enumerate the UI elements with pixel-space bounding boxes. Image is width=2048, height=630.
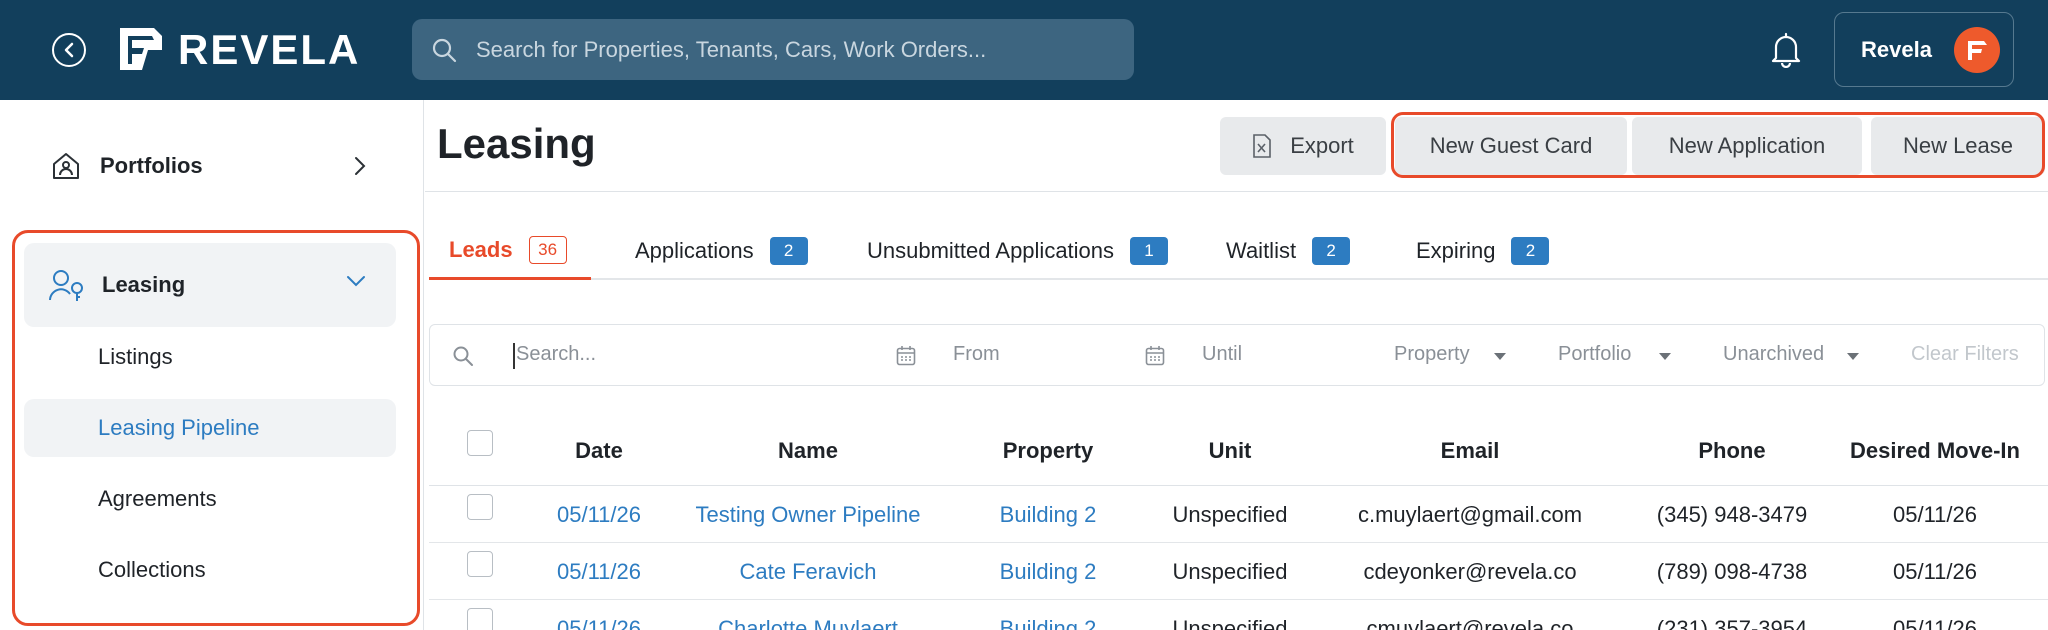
- chevron-down-icon: [347, 276, 365, 287]
- tab-expiring[interactable]: Expiring 2: [1416, 222, 1550, 280]
- table-row[interactable]: 05/11/26 Cate Feravich Building 2 Unspec…: [429, 543, 2048, 600]
- email-cell: cmuylaert@revela.co: [1366, 616, 1574, 630]
- move-in-cell: 05/11/26: [1892, 616, 1978, 630]
- tab-applications[interactable]: Applications 2: [635, 222, 808, 280]
- date-link[interactable]: 05/11/26: [557, 502, 641, 528]
- count-badge: 1: [1130, 237, 1169, 265]
- phone-cell: (231) 357-3954: [1656, 616, 1808, 630]
- tab-waitlist[interactable]: Waitlist 2: [1226, 222, 1351, 280]
- excel-file-icon: [1253, 134, 1272, 158]
- phone-cell: (789) 098-4738: [1656, 559, 1808, 584]
- name-link[interactable]: Cate Feravich: [740, 559, 877, 585]
- column-header-unit[interactable]: Unit: [1209, 438, 1252, 464]
- until-date-field[interactable]: Until: [1202, 343, 1242, 366]
- unit-cell: Unspecified: [1172, 502, 1288, 527]
- from-date-field[interactable]: From: [953, 343, 1000, 366]
- revela-logo-icon: [120, 28, 162, 70]
- brand-name: REVELA: [178, 26, 361, 73]
- search-input[interactable]: Search for Properties, Tenants, Cars, Wo…: [476, 37, 986, 63]
- sidebar-item-leasing-pipeline[interactable]: Leasing Pipeline: [24, 399, 396, 457]
- column-header-phone[interactable]: Phone: [1698, 438, 1765, 464]
- date-link[interactable]: 05/11/26: [557, 559, 641, 585]
- brand-logo[interactable]: REVELA: [114, 24, 360, 76]
- column-header-date[interactable]: Date: [575, 438, 623, 464]
- move-in-cell: 05/11/26: [1892, 502, 1978, 527]
- caret-down-icon: [1847, 353, 1859, 360]
- text-cursor: [513, 343, 515, 369]
- count-badge: 2: [1511, 237, 1550, 265]
- row-checkbox[interactable]: [467, 551, 493, 577]
- sidebar-item-collections[interactable]: Collections: [24, 541, 396, 599]
- annotation-highlight: [1391, 112, 2045, 178]
- tab-leads[interactable]: Leads 36: [429, 222, 591, 280]
- phone-cell: (345) 948-3479: [1656, 502, 1808, 527]
- back-button[interactable]: [52, 33, 86, 67]
- table-row[interactable]: 05/11/26 Charlotte Muylaert Building 2 U…: [429, 600, 2048, 630]
- select-all-checkbox[interactable]: [467, 430, 493, 456]
- top-bar: REVELA Search for Properties, Tenants, C…: [0, 0, 2048, 100]
- table-header: Date Name Property Unit Email Phone Desi…: [429, 418, 2048, 486]
- search-icon: [453, 346, 473, 366]
- home-icon: [53, 153, 79, 179]
- sidebar-item-portfolios[interactable]: Portfolios: [24, 132, 396, 200]
- caret-down-icon: [1494, 353, 1506, 360]
- column-header-desired-move-in[interactable]: Desired Move-In: [1850, 438, 2020, 464]
- user-key-icon: [49, 270, 83, 301]
- row-checkbox[interactable]: [467, 494, 493, 520]
- calendar-icon: [896, 346, 916, 366]
- archived-filter[interactable]: Unarchived: [1723, 343, 1824, 366]
- email-cell: cdeyonker@revela.co: [1363, 559, 1577, 584]
- email-cell: c.muylaert@gmail.com: [1357, 502, 1583, 527]
- column-header-property[interactable]: Property: [1003, 438, 1093, 464]
- name-link[interactable]: Charlotte Muylaert: [718, 616, 898, 630]
- unit-cell: Unspecified: [1172, 616, 1288, 630]
- search-input[interactable]: Search...: [516, 343, 596, 366]
- row-checkbox[interactable]: [467, 608, 493, 630]
- tab-bar: Leads 36 Applications 2 Unsubmitted Appl…: [429, 222, 2048, 280]
- user-name: Revela: [1861, 36, 1932, 62]
- sidebar: Portfolios Leasing Listings Leasing Pipe…: [0, 100, 424, 630]
- chevron-left-icon: [64, 42, 74, 58]
- column-header-email[interactable]: Email: [1441, 438, 1500, 464]
- global-search[interactable]: Search for Properties, Tenants, Cars, Wo…: [412, 19, 1134, 80]
- table-row[interactable]: 05/11/26 Testing Owner Pipeline Building…: [429, 486, 2048, 543]
- date-link[interactable]: 05/11/26: [557, 616, 641, 630]
- main-content: Leasing Export New Guest Card New Applic…: [425, 100, 2048, 630]
- export-button[interactable]: Export: [1220, 117, 1386, 175]
- count-badge: 36: [528, 235, 567, 264]
- avatar: [1953, 26, 2000, 73]
- count-badge: 2: [1312, 237, 1351, 265]
- bell-icon[interactable]: [1768, 30, 1804, 68]
- count-badge: 2: [769, 237, 808, 265]
- calendar-icon: [1145, 346, 1165, 366]
- tab-unsubmitted-applications[interactable]: Unsubmitted Applications 1: [867, 222, 1169, 280]
- filter-bar: Search... From Until Property Portfolio …: [429, 324, 2045, 386]
- user-menu[interactable]: Revela: [1834, 12, 2014, 87]
- revela-logo-icon: [1967, 40, 1987, 60]
- property-link[interactable]: Building 2: [1000, 559, 1097, 585]
- clear-filters-button[interactable]: Clear Filters: [1911, 343, 2019, 366]
- sidebar-item-agreements[interactable]: Agreements: [24, 470, 396, 528]
- sidebar-item-listings[interactable]: Listings: [24, 328, 396, 386]
- divider: [425, 191, 2048, 192]
- column-header-name[interactable]: Name: [778, 438, 838, 464]
- sidebar-item-leasing[interactable]: Leasing: [24, 243, 396, 327]
- sidebar-item-label: Portfolios: [100, 153, 203, 178]
- property-link[interactable]: Building 2: [1000, 502, 1097, 528]
- property-link[interactable]: Building 2: [1000, 616, 1097, 630]
- caret-down-icon: [1659, 353, 1671, 360]
- portfolio-filter[interactable]: Portfolio: [1558, 343, 1631, 366]
- name-link[interactable]: Testing Owner Pipeline: [695, 502, 920, 528]
- unit-cell: Unspecified: [1172, 559, 1288, 584]
- property-filter[interactable]: Property: [1394, 343, 1470, 366]
- sidebar-item-label: Leasing: [102, 272, 186, 297]
- move-in-cell: 05/11/26: [1892, 559, 1978, 584]
- search-icon: [432, 38, 457, 62]
- chevron-right-icon: [355, 157, 366, 175]
- page-title: Leasing: [437, 120, 596, 167]
